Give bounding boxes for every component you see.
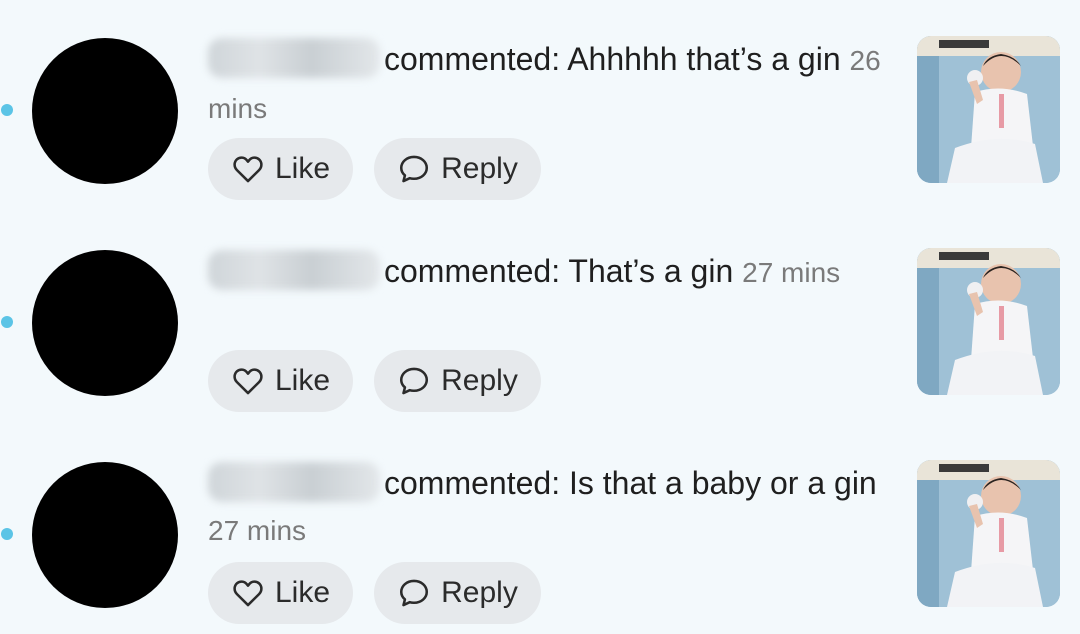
reply-label: Reply bbox=[441, 152, 518, 185]
speech-bubble-icon bbox=[400, 579, 429, 607]
post-thumbnail[interactable] bbox=[917, 460, 1060, 607]
avatar[interactable] bbox=[32, 250, 178, 396]
comment-body: commented: That’s a gin bbox=[384, 253, 734, 289]
reply-label: Reply bbox=[441, 576, 518, 609]
baby-photo-image bbox=[917, 248, 1060, 395]
comment-body: commented: Ahhhhh that’s a gin bbox=[384, 41, 841, 77]
timestamp: 27 mins bbox=[742, 257, 841, 288]
unread-indicator bbox=[1, 528, 13, 540]
notification-row[interactable]: commented: That’s a gin 27 mins Like Rep… bbox=[0, 212, 1080, 422]
heart-icon bbox=[233, 368, 263, 395]
like-label: Like bbox=[274, 364, 331, 397]
speech-bubble-icon bbox=[400, 367, 429, 395]
timestamp: 27 mins bbox=[208, 515, 307, 546]
post-thumbnail[interactable] bbox=[917, 36, 1060, 183]
unread-indicator bbox=[1, 316, 13, 328]
commenter-name-blurred[interactable] bbox=[208, 462, 380, 502]
comment-text: commented: Ahhhhh that’s a gin 26 mins bbox=[208, 36, 898, 132]
notification-row[interactable]: commented: Is that a baby or a gin 27 mi… bbox=[0, 424, 1080, 634]
comment-body: commented: Is that a baby or a gin bbox=[384, 465, 877, 501]
reply-button[interactable]: Reply bbox=[374, 350, 541, 412]
like-button[interactable]: Like bbox=[208, 350, 353, 412]
comment-text: commented: Is that a baby or a gin 27 mi… bbox=[208, 460, 898, 554]
reply-button[interactable]: Reply bbox=[374, 562, 541, 624]
baby-photo-image bbox=[917, 460, 1060, 607]
heart-icon bbox=[233, 580, 263, 607]
commenter-name-blurred[interactable] bbox=[208, 250, 380, 290]
commenter-name-blurred[interactable] bbox=[208, 38, 380, 78]
like-label: Like bbox=[274, 152, 331, 185]
notification-row[interactable]: commented: Ahhhhh that’s a gin 26 mins L… bbox=[0, 0, 1080, 210]
like-label: Like bbox=[274, 576, 331, 609]
avatar[interactable] bbox=[32, 462, 178, 608]
notification-feed: commented: Ahhhhh that’s a gin 26 mins L… bbox=[0, 0, 1080, 634]
like-button[interactable]: Like bbox=[208, 138, 353, 200]
post-thumbnail[interactable] bbox=[917, 248, 1060, 395]
reply-label: Reply bbox=[441, 364, 518, 397]
heart-icon bbox=[233, 156, 263, 183]
baby-photo-image bbox=[917, 36, 1060, 183]
avatar[interactable] bbox=[32, 38, 178, 184]
speech-bubble-icon bbox=[400, 155, 429, 183]
unread-indicator bbox=[1, 104, 13, 116]
comment-text: commented: That’s a gin 27 mins bbox=[208, 248, 898, 296]
like-button[interactable]: Like bbox=[208, 562, 353, 624]
reply-button[interactable]: Reply bbox=[374, 138, 541, 200]
